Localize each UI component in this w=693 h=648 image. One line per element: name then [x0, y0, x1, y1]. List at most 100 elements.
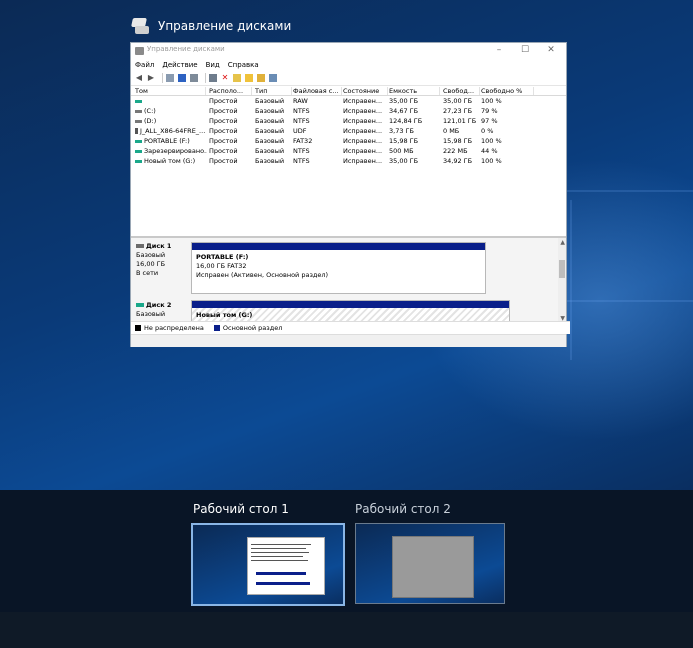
close-button[interactable]: ✕	[538, 44, 564, 57]
table-row[interactable]: PORTABLE (F:) Простой Базовый FAT32 Исправен…	[131, 136, 566, 146]
maximize-button[interactable]: ☐	[512, 44, 538, 57]
partition-stripe	[192, 301, 509, 308]
table-cell: 100 %	[481, 157, 502, 165]
menu-file[interactable]: Файл	[135, 59, 154, 71]
table-cell: Простой	[209, 107, 238, 115]
partition-portable-f[interactable]: PORTABLE (F:) 16,00 ГБ FAT32 Исправен (А…	[191, 242, 486, 294]
table-cell: Простой	[209, 157, 238, 165]
disk-management-window[interactable]: Управление дисками – ☐ ✕ Файл Действие В…	[130, 42, 570, 347]
volume-name: Новый том (G:)	[144, 157, 196, 165]
column-header-layout[interactable]: Располо...	[209, 87, 252, 95]
vertical-scrollbar[interactable]: ▲ ▼	[558, 238, 566, 323]
volume-list: Простой Базовый RAW Исправен... 35,00 ГБ 35,0…	[131, 96, 566, 241]
app-caption-title: Управление дисками	[158, 19, 292, 33]
help-icon[interactable]	[178, 74, 186, 82]
volume-name: (C:)	[144, 107, 156, 115]
forward-arrow-icon[interactable]: ▶	[147, 74, 155, 82]
table-cell: 35,00 ГБ	[389, 157, 419, 165]
desktop-2-label[interactable]: Рабочий стол 2	[355, 502, 451, 516]
table-row[interactable]: Простой Базовый RAW Исправен... 35,00 ГБ 35,0…	[131, 96, 566, 106]
table-cell: NTFS	[293, 117, 310, 125]
menu-view[interactable]: Вид	[206, 59, 220, 71]
table-cell: Исправен...	[343, 137, 383, 145]
table-row[interactable]: J_ALL_X86-64FRE_... Простой Базовый UDF Испр…	[131, 126, 566, 136]
back-arrow-icon[interactable]: ◀	[135, 74, 143, 82]
rescan-icon[interactable]	[257, 74, 265, 82]
table-cell: 27,23 ГБ	[443, 107, 473, 115]
app-caption[interactable]: Управление дисками	[130, 16, 291, 36]
volume-name: PORTABLE (F:)	[144, 137, 190, 145]
table-cell: 100 %	[481, 137, 502, 145]
check-icon[interactable]	[233, 74, 241, 82]
column-header-status[interactable]: Состояние	[343, 87, 388, 95]
table-cell: NTFS	[293, 107, 310, 115]
table-cell: 222 МБ	[443, 147, 468, 155]
table-cell: Базовый	[255, 137, 285, 145]
table-cell: Новый том (G:)	[135, 157, 207, 165]
desktop-2-thumbnail[interactable]	[355, 523, 505, 604]
partition-new-volume-g[interactable]: Новый том (G:)	[191, 300, 510, 323]
table-cell: NTFS	[293, 147, 310, 155]
disk-management-icon	[130, 16, 152, 36]
table-cell: 15,98 ГБ	[443, 137, 473, 145]
volume-icon	[135, 149, 142, 153]
column-header-volume[interactable]: Том	[135, 87, 206, 95]
table-cell: 0 МБ	[443, 127, 460, 135]
column-header-type[interactable]: Тип	[255, 87, 292, 95]
minimize-button[interactable]: –	[486, 44, 512, 57]
table-cell: Исправен...	[343, 157, 383, 165]
table-cell	[135, 97, 207, 105]
table-cell: Базовый	[255, 97, 285, 105]
table-row[interactable]: Зарезервировано... Простой Базовый NTFS Испр…	[131, 146, 566, 156]
table-cell: 15,98 ГБ	[389, 137, 419, 145]
connect-icon[interactable]	[209, 74, 217, 82]
table-cell: Исправен...	[343, 97, 383, 105]
desktop-1-label[interactable]: Рабочий стол 1	[193, 502, 289, 516]
legend-swatch-primary	[213, 325, 220, 331]
table-row[interactable]: (D:) Простой Базовый NTFS Исправен... 124,84 …	[131, 116, 566, 126]
delete-icon[interactable]: ✕	[221, 74, 229, 82]
light-beam	[560, 190, 693, 192]
volume-icon	[135, 128, 138, 134]
table-cell: PORTABLE (F:)	[135, 137, 207, 145]
partition-stripe	[192, 243, 485, 250]
column-header-free[interactable]: Свобод...	[443, 87, 480, 95]
menu-help[interactable]: Справка	[228, 59, 259, 71]
volume-icon	[135, 99, 142, 103]
disk-2-label[interactable]: Диск 2 Базовый	[136, 301, 171, 319]
column-header-filesystem[interactable]: Файловая с...	[293, 87, 342, 95]
table-cell: 100 %	[481, 97, 502, 105]
disk-1-label[interactable]: Диск 1 Базовый 16,00 ГБ В сети	[136, 242, 171, 278]
volume-icon	[135, 159, 142, 163]
table-cell: Зарезервировано...	[135, 147, 207, 155]
new-icon[interactable]	[245, 74, 253, 82]
table-cell: Исправен...	[343, 127, 383, 135]
legend-label-primary: Основной раздел	[222, 324, 283, 332]
menu-action[interactable]: Действие	[162, 59, 197, 71]
table-cell: J_ALL_X86-64FRE_...	[135, 127, 207, 135]
table-cell: 34,92 ГБ	[443, 157, 473, 165]
table-cell: 97 %	[481, 117, 498, 125]
settings-icon[interactable]	[269, 74, 277, 82]
list-view-icon[interactable]	[190, 74, 198, 82]
window-icon	[135, 47, 144, 55]
desktop-1-thumbnail[interactable]	[191, 523, 345, 606]
light-beam	[560, 300, 693, 302]
toolbar-separator	[162, 73, 163, 83]
table-row[interactable]: Новый том (G:) Простой Базовый NTFS Исправен…	[131, 156, 566, 166]
properties-icon[interactable]	[166, 74, 174, 82]
volume-icon	[135, 139, 142, 143]
volume-icon	[135, 119, 142, 123]
status-bar	[131, 334, 566, 347]
title-bar[interactable]: Управление дисками – ☐ ✕	[131, 43, 566, 59]
disk-1-name: Диск 1	[146, 242, 172, 250]
table-cell: 500 МБ	[389, 147, 414, 155]
column-header-free-percent[interactable]: Свободно %	[481, 87, 534, 95]
table-row[interactable]: (C:) Простой Базовый NTFS Исправен... 34,67 Г…	[131, 106, 566, 116]
column-header-capacity[interactable]: Емкость	[389, 87, 440, 95]
scroll-up-icon[interactable]: ▲	[560, 239, 565, 246]
scroll-thumb[interactable]	[559, 260, 565, 278]
toolbar-separator	[205, 73, 206, 83]
disk-1-type: Базовый	[136, 251, 166, 259]
mini-window-preview	[247, 537, 325, 595]
